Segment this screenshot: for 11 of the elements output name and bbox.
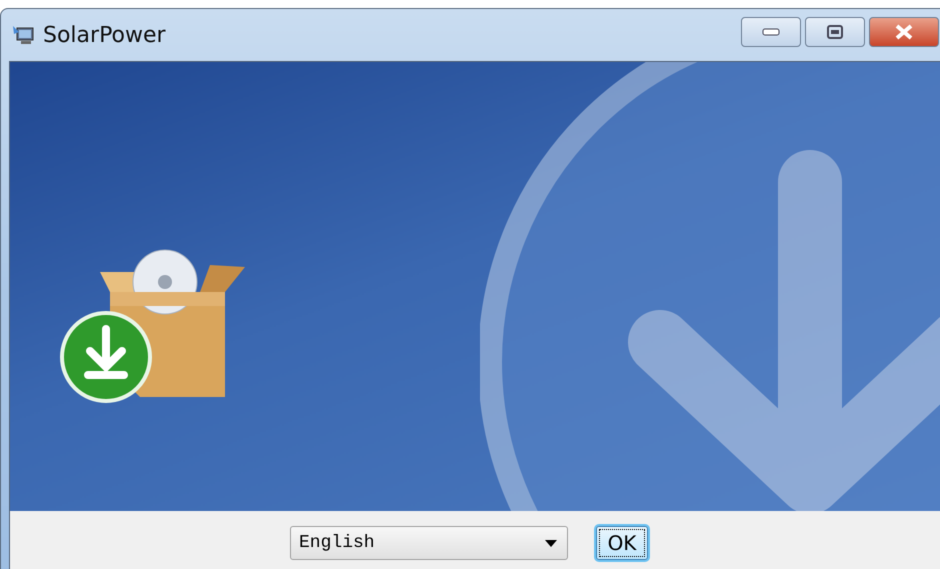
computer-icon [11,24,35,46]
minimize-icon [762,28,780,36]
minimize-button[interactable] [741,17,801,47]
language-dropdown[interactable]: English [290,526,568,560]
dropdown-arrow-icon [545,540,557,546]
maximize-button[interactable] [805,17,865,47]
close-button[interactable] [869,17,939,47]
window-title: SolarPower [43,22,166,48]
ok-button[interactable]: OK [596,526,648,560]
close-icon [894,24,914,40]
maximize-icon [827,25,843,39]
